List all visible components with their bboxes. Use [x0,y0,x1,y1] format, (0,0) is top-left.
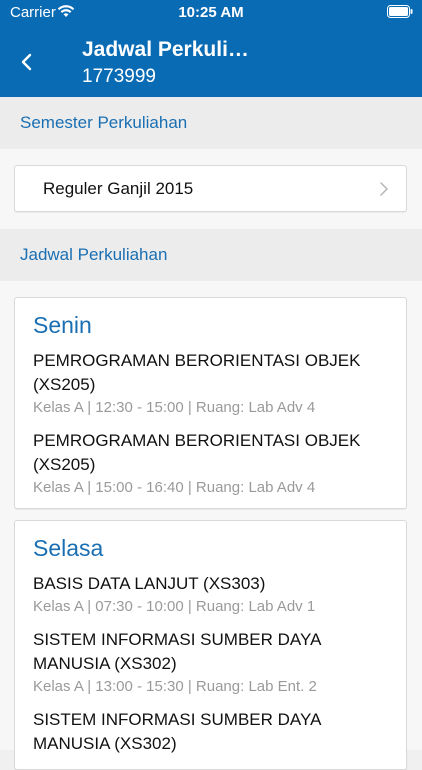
course-name: PEMROGRAMAN BERORIENTASI OBJEK (XS205) [33,351,361,394]
navigation-bar: Carrier 10:25 AM Jadwal Perkuli… 1773999 [0,0,422,97]
day-title: Senin [33,312,92,338]
status-bar: Carrier 10:25 AM [0,0,422,24]
semester-selector[interactable]: Reguler Ganjil 2015 [14,165,407,212]
semester-selected-value: Reguler Ganjil 2015 [43,179,194,198]
chevron-left-icon [21,53,32,71]
back-button[interactable] [14,47,40,77]
schedule-section-header: Jadwal Perkuliahan [0,229,422,281]
course-detail: Kelas A | 13:00 - 15:30 | Ruang: Lab Ent… [33,678,317,695]
semester-section-header: Semester Perkuliahan [0,97,422,149]
day-card-senin: Senin PEMROGRAMAN BERORIENTASI OBJEK (XS… [14,297,407,509]
clock: 10:25 AM [178,4,244,21]
chevron-right-icon [380,182,388,196]
course-name: PEMROGRAMAN BERORIENTASI OBJEK (XS205) [33,431,361,474]
course-name: SISTEM INFORMASI SUMBER DAYA MANUSIA (XS… [33,630,321,673]
page-subtitle: 1773999 [82,66,156,87]
day-card-selasa: Selasa BASIS DATA LANJUT (XS303) Kelas A… [14,520,407,770]
day-title: Selasa [33,535,104,561]
page-title: Jadwal Perkuli… [82,38,249,61]
battery-icon [387,5,413,18]
course-name: SISTEM INFORMASI SUMBER DAYA MANUSIA (XS… [33,710,321,753]
course-name: BASIS DATA LANJUT (XS303) [33,574,266,593]
course-detail: Kelas A | 15:00 - 16:40 | Ruang: Lab Adv… [33,479,316,496]
course-detail: Kelas A | 12:30 - 15:00 | Ruang: Lab Adv… [33,399,316,416]
course-detail: Kelas A | 07:30 - 10:00 | Ruang: Lab Adv… [33,598,316,615]
